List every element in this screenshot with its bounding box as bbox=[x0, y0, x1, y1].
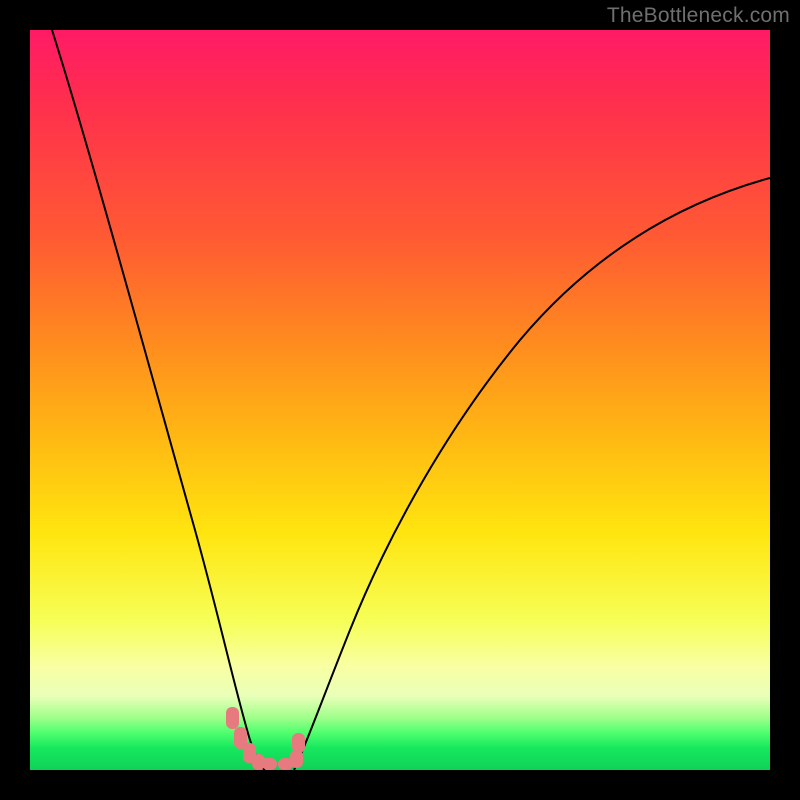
valley-marker bbox=[226, 707, 239, 729]
bottleneck-curve-svg bbox=[30, 30, 770, 770]
plot-area bbox=[30, 30, 770, 770]
curve-right-branch bbox=[294, 178, 770, 770]
valley-marker bbox=[262, 758, 277, 770]
chart-frame: TheBottleneck.com bbox=[0, 0, 800, 800]
valley-markers-group bbox=[226, 707, 305, 770]
valley-marker bbox=[292, 733, 305, 753]
curve-left-branch bbox=[52, 30, 265, 770]
watermark-text: TheBottleneck.com bbox=[607, 4, 790, 28]
